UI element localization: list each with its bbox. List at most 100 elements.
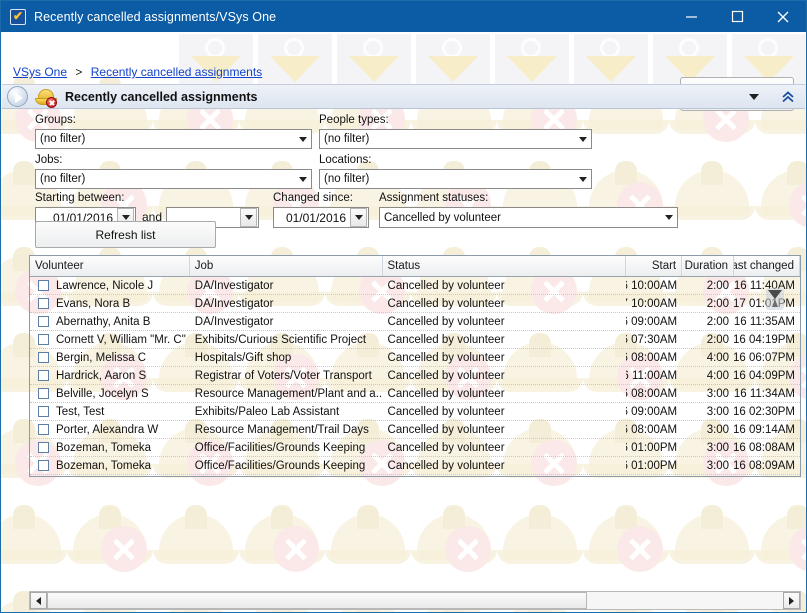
cell-job: Exhibits/Paleo Lab Assistant [194, 405, 340, 418]
cell-start: 11/09/2016 07:30AM [626, 333, 678, 346]
cell-job: Exhibits/Curious Scientific Project [194, 333, 367, 346]
jobs-select[interactable]: (no filter) [35, 169, 312, 189]
row-checkbox[interactable] [38, 298, 49, 309]
table-row[interactable]: Hardrick, Aaron S Registrar of Voters/Vot… [30, 367, 800, 385]
cell-last_changed: 11/22/2016 06:07PM [734, 351, 795, 364]
scroll-right-arrow-icon[interactable] [783, 592, 800, 609]
grid-header-last_changed[interactable]: Last changed [734, 256, 800, 276]
table-row[interactable]: Belville, Jocelyn S Resource Management/P… [30, 385, 800, 403]
row-checkbox[interactable] [38, 424, 49, 435]
minimize-button[interactable] [668, 1, 714, 32]
cell-start: 03/02/2016 01:00PM [626, 441, 678, 454]
chevron-down-icon[interactable] [749, 93, 759, 100]
table-row[interactable]: Evans, Nora B DA/Investigator Cancelled by… [30, 295, 800, 313]
watermark-hardhat-icon [583, 492, 669, 578]
cell-duration: 4:00 [706, 369, 730, 382]
table-row[interactable]: Bergin, Melissa C Hospitals/Gift shop Canc… [30, 349, 800, 367]
cell-volunteer: Test, Test [30, 403, 190, 421]
cell-start: 03/02/2016 09:00AM [626, 315, 678, 328]
table-row[interactable]: Abernathy, Anita B DA/Investigator Cancell… [30, 313, 800, 331]
scroll-left-arrow-icon[interactable] [30, 592, 47, 609]
play-icon[interactable] [7, 86, 28, 107]
grid-header-start[interactable]: Start [626, 256, 683, 276]
breadcrumb: VSys One > Recently cancelled assignment… [13, 65, 262, 79]
vsys-shield-icon: ✔ [10, 8, 26, 25]
maximize-button[interactable] [714, 1, 760, 32]
cell-last_changed: 03/07/2016 08:08AM [734, 441, 795, 454]
cell-volunteer: Porter, Alexandra W [30, 421, 190, 439]
cell-job: Office/Facilities/Grounds Keeping [194, 441, 366, 454]
application-window: ✔ Recently cancelled assignments/VSys On… [0, 0, 807, 613]
grid-header-job[interactable]: Job [190, 256, 383, 276]
watermark-hardhat-icon [497, 492, 583, 578]
assignment-statuses-label: Assignment statuses: [379, 192, 489, 204]
table-row[interactable]: Cornett V, William "Mr. C" Exhibits/Curio… [30, 331, 800, 349]
cell-volunteer-label: Evans, Nora B [56, 297, 131, 310]
cell-volunteer-label: Belville, Jocelyn S [56, 387, 149, 400]
table-row[interactable]: Test, Test Exhibits/Paleo Lab Assistant Ca… [30, 403, 800, 421]
cell-status: Cancelled by volunteer [387, 405, 505, 418]
cell-status: Cancelled by volunteer [387, 279, 505, 292]
table-row[interactable]: Porter, Alexandra W Resource Management/T… [30, 421, 800, 439]
table-row[interactable]: Lawrence, Nicole J DA/Investigator Cancell… [30, 277, 800, 295]
cell-job: Resource Management/Plant and a... [194, 387, 383, 400]
row-checkbox[interactable] [38, 388, 49, 399]
cell-job: Hospitals/Gift shop [194, 351, 292, 364]
assignment-statuses-select[interactable]: Cancelled by volunteer [379, 207, 678, 228]
breadcrumb-current-link[interactable]: Recently cancelled assignments [91, 65, 262, 79]
locations-select[interactable]: (no filter) [319, 169, 592, 189]
cell-volunteer-label: Cornett V, William "Mr. C" [56, 333, 186, 346]
table-row[interactable]: Bozeman, Tomeka Office/Facilities/Grounds… [30, 439, 800, 457]
double-chevron-up-icon[interactable] [781, 90, 795, 104]
row-checkbox[interactable] [38, 334, 49, 345]
cell-volunteer: Evans, Nora B [30, 295, 190, 313]
refresh-list-label: Refresh list [95, 227, 156, 242]
changed-since-date[interactable]: 01/01/2016 [273, 207, 369, 228]
cell-job: DA/Investigator [194, 297, 274, 310]
watermark-hardhat-icon [1, 492, 67, 578]
navigation-bar: VSys One > Recently cancelled assignment… [1, 32, 806, 111]
watermark-hardhat-icon [411, 492, 497, 578]
grid-header-volunteer[interactable]: Volunteer [30, 256, 190, 276]
people-types-select[interactable]: (no filter) [319, 129, 592, 149]
close-button[interactable] [760, 1, 806, 32]
grid-header-row: VolunteerJobStatusStartDurationLast chan… [30, 256, 800, 277]
cell-job: Resource Management/Trail Days [194, 423, 369, 436]
cell-volunteer-label: Abernathy, Anita B [56, 315, 151, 328]
grid-header-duration[interactable]: Duration [682, 256, 735, 276]
grid-header-status[interactable]: Status [383, 256, 627, 276]
refresh-list-button[interactable]: Refresh list [35, 221, 216, 248]
cell-start: 01/17/2017 10:00AM [626, 297, 678, 310]
cell-start: 06/29/2016 08:00AM [626, 423, 678, 436]
row-checkbox[interactable] [38, 316, 49, 327]
cell-start: 04/29/2016 09:00AM [626, 405, 678, 418]
cell-volunteer: Cornett V, William "Mr. C" [30, 331, 190, 349]
people-types-label: People types: [319, 114, 389, 126]
cell-last_changed: 12/07/2016 04:19PM [734, 333, 795, 346]
cell-last_changed: 03/07/2016 11:34AM [734, 387, 795, 400]
cell-status: Cancelled by volunteer [387, 441, 505, 454]
people-types-value: (no filter) [324, 133, 370, 145]
cell-duration: 3:00 [706, 459, 730, 472]
table-row[interactable]: Bozeman, Tomeka Office/Facilities/Grounds… [30, 457, 800, 475]
cell-last_changed: 04/26/2016 02:30PM [734, 405, 795, 418]
breadcrumb-root-link[interactable]: VSys One [13, 65, 67, 79]
groups-select[interactable]: (no filter) [35, 129, 312, 149]
scrollbar-thumb[interactable] [47, 592, 587, 609]
row-checkbox[interactable] [38, 460, 49, 471]
row-checkbox[interactable] [38, 406, 49, 417]
groups-label: Groups: [35, 114, 76, 126]
cell-volunteer-label: Bozeman, Tomeka [56, 441, 152, 454]
chevron-down-icon [294, 130, 311, 148]
row-checkbox[interactable] [38, 352, 49, 363]
cell-job: Office/Facilities/Grounds Keeping [194, 459, 366, 472]
cell-last_changed: 03/07/2016 11:35AM [734, 315, 795, 328]
cell-duration: 3:00 [706, 423, 730, 436]
cell-volunteer-label: Lawrence, Nicole J [56, 279, 154, 292]
row-checkbox[interactable] [38, 280, 49, 291]
row-checkbox[interactable] [38, 442, 49, 453]
horizontal-scrollbar[interactable] [29, 591, 801, 610]
row-checkbox[interactable] [38, 370, 49, 381]
watermark-hardhat-icon [669, 492, 755, 578]
scrollbar-track[interactable] [587, 592, 783, 609]
